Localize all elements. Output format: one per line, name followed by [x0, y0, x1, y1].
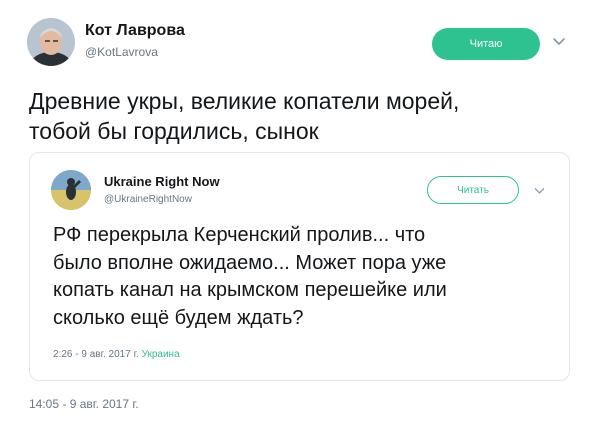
author-name[interactable]: Кот Лаврова: [85, 22, 185, 40]
author-handle[interactable]: @KotLavrova: [85, 45, 158, 59]
chevron-down-icon[interactable]: [533, 184, 546, 197]
tweet-text: Древние укры, великие копатели морей, то…: [29, 88, 460, 144]
quoted-author-handle[interactable]: @UkraineRightNow: [104, 194, 192, 205]
quoted-tweet-meta: 2:26 - 9 авг. 2017 г. Украина: [53, 349, 180, 360]
tweet-timestamp[interactable]: 14:05 - 9 авг. 2017 г.: [29, 397, 139, 411]
quoted-avatar[interactable]: [51, 170, 91, 210]
chevron-down-icon[interactable]: [551, 33, 567, 49]
quoted-timestamp[interactable]: 2:26 - 9 авг. 2017 г.: [53, 349, 139, 360]
avatar[interactable]: [27, 18, 75, 66]
quoted-author-name[interactable]: Ukraine Right Now: [104, 174, 220, 189]
follow-button[interactable]: Читаю: [432, 28, 540, 60]
quoted-follow-button[interactable]: Читать: [427, 176, 519, 204]
quoted-location[interactable]: Украина: [142, 349, 180, 360]
avatar-image: [27, 18, 75, 66]
quoted-tweet-text: РФ перекрыла Керченский пролив... что бы…: [53, 224, 447, 329]
quoted-avatar-image: [51, 170, 91, 210]
